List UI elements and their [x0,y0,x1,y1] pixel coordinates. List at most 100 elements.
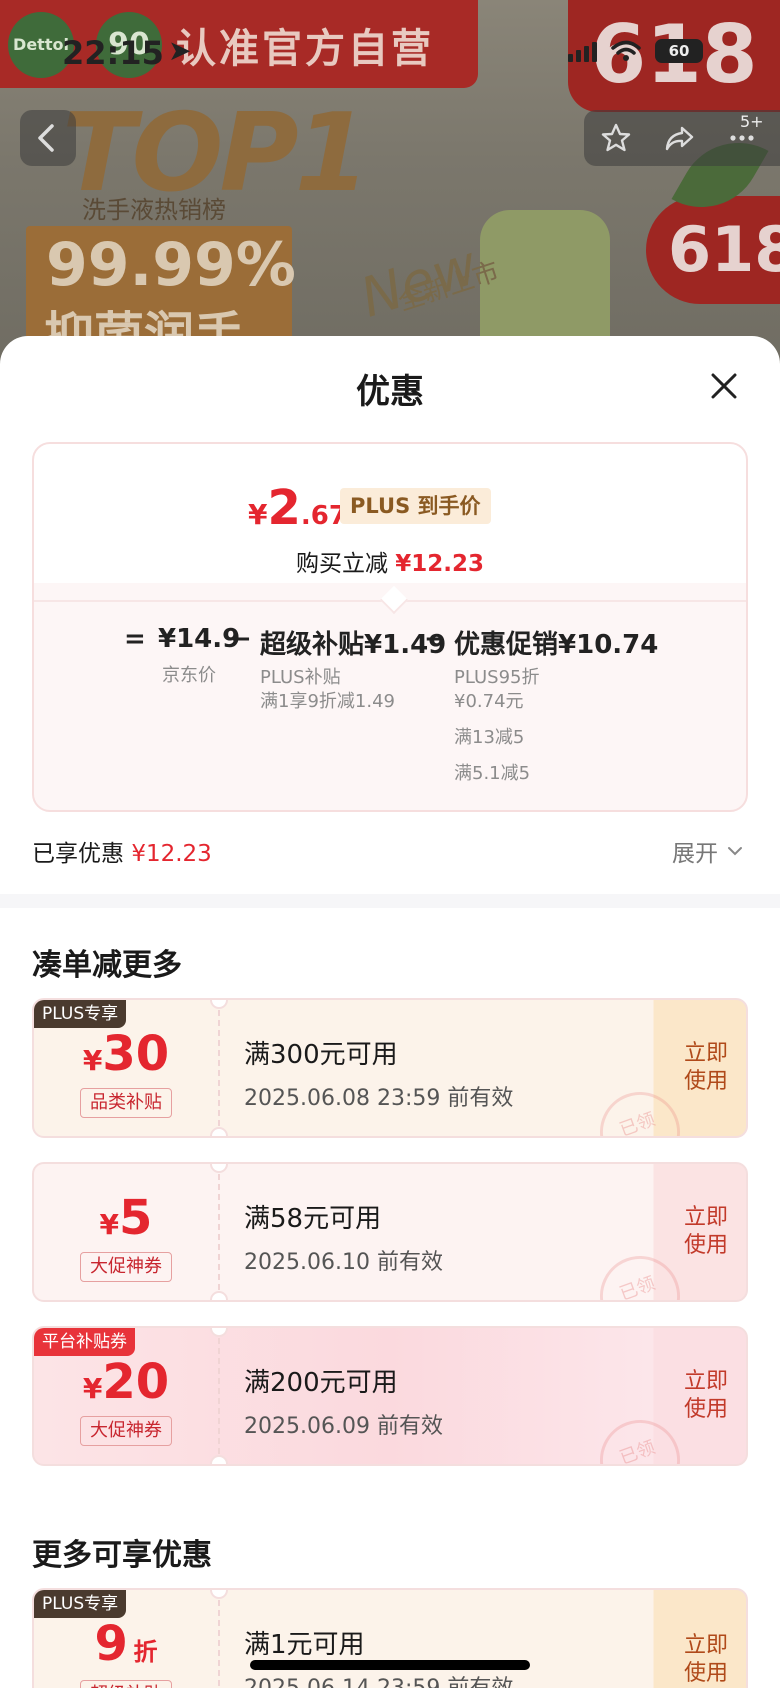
coupon-tag: PLUS专享 [34,1000,127,1028]
status-indicators: 60 [568,34,703,68]
app-root: 认准官方自营 Dettol 90 618 618 TOP1 洗手液热销榜 99.… [0,0,780,1688]
minus-sign-2: − [424,624,446,654]
use-now-button[interactable]: 立即 使用 [666,1610,746,1688]
coupon-separator [218,1590,220,1688]
reduce-amount: ¥12.23 [395,551,485,577]
final-price: ¥2.67 [248,480,347,536]
coupon-currency: ¥ [82,1372,103,1405]
promo-label: 优惠促销 [454,630,559,660]
enjoyed-amount: ¥12.23 [131,841,212,867]
share-button[interactable] [662,121,696,155]
coupon-kind: 大促神券 [80,1416,172,1446]
favorite-button[interactable] [599,121,633,155]
subsidy-desc-1: PLUS补贴 [260,667,341,688]
equals-sign: = [124,624,146,654]
coupon-condition: 满58元可用 [244,1204,382,1234]
percent-claim: 99.99% [46,230,296,300]
close-icon [711,373,737,399]
coupon-unit: 折 [133,1638,158,1666]
use-now-button[interactable]: 立即 使用 [666,1328,746,1464]
chevron-down-icon [728,847,742,856]
coupon-value: 20 [102,1354,170,1410]
ranking-text: 洗手液热销榜 [82,196,226,224]
top1-headline: TOP1 [62,91,370,216]
coupon-condition: 满1元可用 [244,1630,365,1660]
expand-button[interactable]: 展开 [672,834,744,868]
close-button[interactable] [704,366,744,406]
status-time: 22:15 [62,34,164,72]
enjoyed-discount: 已享优惠 ¥12.23 [32,834,212,868]
reduce-label: 购买立减 [295,551,388,577]
coupon-separator [218,1328,220,1464]
coupon-validity: 2025.06.14 23:59 前有效 [244,1670,513,1688]
card-notch [379,585,409,615]
section-gap [0,894,780,908]
coupon-separator [218,1000,220,1136]
home-indicator [250,1660,530,1670]
plus-price-tag: PLUS 到手价 [340,488,491,524]
coupon-kind: 超级补贴 [80,1680,172,1688]
official-banner-text: 认准官方自营 [176,26,434,72]
coupon-card: PLUS专享 9 折 超级补贴 满1元可用 2025.06.14 23:59 前… [32,1588,748,1688]
coupon-notch [210,1291,228,1300]
promo-value: ¥10.74 [558,630,659,660]
coupon-notch [210,1590,228,1599]
share-icon [665,126,694,151]
coupon-tag: PLUS专享 [34,1590,127,1618]
back-button[interactable] [20,110,76,166]
use-now-button[interactable]: 立即 使用 [666,1000,746,1136]
coupon-amount: ¥5 [34,1190,218,1246]
coupon-kind: 大促神券 [80,1252,172,1282]
section-title-more-savings: 凑单减更多 [32,948,182,983]
use-now-button[interactable]: 立即 使用 [666,1164,746,1300]
promo-desc-4: 满5.1减5 [454,763,531,784]
final-price-integer: 2 [267,480,301,536]
coupon-currency: ¥ [82,1044,103,1077]
coupon-card: ¥5 大促神券 满58元可用 2025.06.10 前有效 已领 立即 使用 [32,1162,748,1302]
coupon-notch [210,1455,228,1464]
coupon-separator [218,1164,220,1300]
coupon-amount: 9 折 [34,1616,218,1672]
coupon-notch [210,1328,228,1337]
coupon-currency: ¥ [99,1208,120,1241]
subsidy-amount: 超级补贴¥1.49 [260,624,446,661]
coupon-value: 5 [119,1190,153,1246]
coupon-validity: 2025.06.09 前有效 [244,1414,443,1439]
section-title-more-offers: 更多可享优惠 [32,1538,212,1573]
reduce-line: 购买立减 ¥12.23 [34,544,746,578]
subsidy-desc-2: 满1享9折减1.49 [260,691,395,712]
coupon-value: 9 [94,1616,128,1672]
signal-icon [568,40,597,62]
coupon-notch [210,1164,228,1173]
minus-sign-1: − [230,624,252,654]
coupon-card: 平台补贴券 ¥20 大促神券 满200元可用 2025.06.09 前有效 已领… [32,1326,748,1466]
price-breakdown-card: ¥2.67 PLUS 到手价 购买立减 ¥12.23 = ¥14.9 − 超级补… [32,442,748,812]
promo-desc-2: ¥0.74元 [454,691,524,712]
chevron-left-icon [38,124,54,152]
coupon-value: 30 [102,1026,170,1082]
sheet-title: 优惠 [356,372,424,412]
coupon-validity: 2025.06.10 前有效 [244,1250,443,1275]
coupon-amount: ¥20 [34,1354,218,1410]
promo-desc-3: 满13减5 [454,727,525,748]
expand-label: 展开 [672,841,718,867]
discount-sheet: 优惠 ¥2.67 PLUS 到手价 购买立减 ¥12.23 = ¥14.9 − … [0,336,780,1688]
coupon-validity: 2025.06.08 23:59 前有效 [244,1086,514,1111]
base-price-desc: 京东价 [162,665,216,686]
enjoyed-label: 已享优惠 [32,841,124,867]
coupon-condition: 满200元可用 [244,1368,398,1398]
final-price-currency: ¥ [248,498,268,531]
base-price: ¥14.9 [158,624,241,654]
coupon-tag: 平台补贴券 [34,1328,135,1356]
subsidy-label: 超级补贴 [260,630,365,660]
battery-icon: 60 [655,39,703,63]
promo-618-float: 618 [646,196,780,304]
location-arrow-icon: ➤ [168,34,192,67]
coupon-notch [210,1127,228,1136]
coupon-kind: 品类补贴 [80,1088,172,1118]
message-count-badge: 5+ [740,112,764,131]
wifi-icon [611,40,641,61]
star-icon [601,123,630,152]
coupon-notch [210,1000,228,1009]
promo-amount: 优惠促销¥10.74 [454,624,658,661]
